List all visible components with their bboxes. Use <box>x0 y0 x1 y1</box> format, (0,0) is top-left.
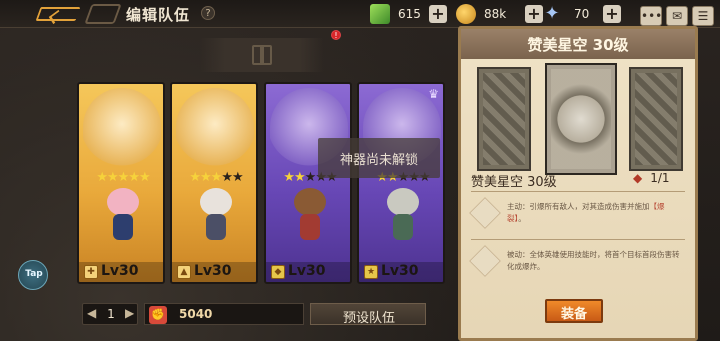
diamond-icon: ◆ <box>633 171 643 185</box>
star-rating: ★★★★★ <box>96 170 150 185</box>
preset-label: 预设队伍 <box>342 311 395 326</box>
passive-skill-text: 被动：全体英雄使用技能时，将首个目标首段伤害转化成爆炸。 <box>507 250 680 271</box>
add-gem-button[interactable]: + <box>429 5 447 23</box>
artifact-thumb-right[interactable] <box>629 67 683 171</box>
chat-icon: ••• <box>641 9 663 23</box>
page-stepper: ◀ 1 ▶ <box>82 303 138 325</box>
active-skill-text: 主动：引爆所有敌人，对其造成伤害并施加【爆裂】。 <box>507 201 683 225</box>
warrior-class-icon: ◆ <box>271 265 285 279</box>
artifact-locked-tooltip: 神器尚未解锁 <box>318 138 440 178</box>
divider <box>471 239 685 240</box>
add-star-button[interactable]: + <box>603 5 621 23</box>
gem-value: 615 <box>398 7 421 21</box>
level-bar: ✚ Lv30 <box>79 262 163 282</box>
locked-text: 神器尚未解锁 <box>339 153 418 168</box>
chibi-body <box>393 214 413 240</box>
notification-badge: ! <box>331 30 341 40</box>
equip-button[interactable]: 装备 <box>545 299 603 323</box>
resource-coin: 88k + <box>456 4 546 24</box>
artifact-frame-icon <box>252 45 272 65</box>
tap-button[interactable]: Tap <box>18 260 48 290</box>
star-icon: ✦ <box>544 3 560 24</box>
active-skill-prefix: 主动：引爆所有敌人，对其造成伤害并施加 <box>507 202 650 211</box>
hero-chibi <box>288 188 332 246</box>
artifact-art <box>483 73 525 165</box>
chibi-head <box>200 188 232 216</box>
artifact-art <box>551 69 611 169</box>
chibi-body <box>300 214 320 240</box>
artifact-art <box>635 73 677 165</box>
chibi-head <box>387 188 419 216</box>
artifact-slot[interactable] <box>200 38 324 72</box>
resource-gem: 615 + <box>370 4 448 24</box>
star-rating: ★★★★★ <box>189 170 243 185</box>
attack-class-icon: ▲ <box>177 265 191 279</box>
star-value: 70 <box>574 7 590 21</box>
resource-star: ✦ 70 + <box>542 4 622 24</box>
artifact-thumb-selected[interactable] <box>545 63 617 175</box>
fist-icon: ✊ <box>149 306 167 324</box>
artifact-gallery <box>477 63 687 179</box>
team-power: ✊ 5040 <box>144 303 304 325</box>
hero-portrait <box>176 88 254 168</box>
hero-card-4[interactable]: ♛ ★★★★★ ★ Lv30 <box>357 82 445 284</box>
active-skill: 主动：引爆所有敌人，对其造成伤害并施加【爆裂】。 <box>469 197 685 233</box>
back-arrow-icon <box>35 7 81 21</box>
level-bar: ★ Lv30 <box>359 262 443 282</box>
active-skill-suffix: 。 <box>518 214 526 223</box>
logo-icon <box>84 4 122 24</box>
question-icon[interactable]: ? <box>201 6 215 20</box>
support-class-icon: ★ <box>364 265 378 279</box>
divider <box>471 191 685 192</box>
hero-chibi <box>381 188 425 246</box>
hero-level: Lv30 <box>101 263 139 279</box>
hero-chibi <box>194 188 238 246</box>
coin-icon <box>456 4 476 24</box>
chibi-body <box>113 214 133 240</box>
artifact-count-value: 1/1 <box>650 171 670 185</box>
green-cube-icon <box>370 4 390 24</box>
top-bar: 编辑队伍 ? 615 + 88k + ✦ 70 + ••• ✉ ☰ <box>0 0 720 28</box>
hero-level: Lv30 <box>194 263 232 279</box>
detail-title-bar: 赞美星空 30级 <box>461 29 695 59</box>
chibi-body <box>206 214 226 240</box>
artifact-thumb-left[interactable] <box>477 67 531 171</box>
menu-button[interactable]: ☰ <box>692 6 714 26</box>
power-value: 5040 <box>179 307 213 321</box>
menu-icon: ☰ <box>697 9 709 23</box>
artifact-count: ◆ 1/1 <box>633 171 670 185</box>
hero-level: Lv30 <box>381 263 419 279</box>
level-bar: ▲ Lv30 <box>172 262 256 282</box>
coin-value: 88k <box>484 7 507 21</box>
hero-portrait <box>83 88 161 168</box>
next-page-button[interactable]: ▶ <box>125 306 134 320</box>
equip-label: 装备 <box>560 307 587 322</box>
level-bar: ◆ Lv30 <box>266 262 350 282</box>
tap-label: Tap <box>25 269 43 279</box>
active-skill-icon <box>469 197 501 229</box>
hero-card-2[interactable]: ★★★★★ ▲ Lv30 <box>170 82 258 284</box>
back-button[interactable] <box>32 3 88 25</box>
preset-team-button[interactable]: 预设队伍 <box>310 303 426 326</box>
healer-class-icon: ✚ <box>84 265 98 279</box>
passive-skill-icon <box>469 245 501 277</box>
passive-skill: 被动：全体英雄使用技能时，将首个目标首段伤害转化成爆炸。 <box>469 245 685 281</box>
chibi-head <box>107 188 139 216</box>
artifact-detail-panel: 赞美星空 30级 赞美星空 30级 ◆ 1/1 主动：引爆所有敌人，对其造成伤害并… <box>458 26 698 341</box>
add-coin-button[interactable]: + <box>525 5 543 23</box>
hero-chibi <box>101 188 145 246</box>
chibi-head <box>294 188 326 216</box>
hero-level: Lv30 <box>288 263 326 279</box>
hero-card-1[interactable]: ★★★★★ ✚ Lv30 <box>77 82 165 284</box>
hero-card-3[interactable]: ★★★★★ ◆ Lv30 <box>264 82 352 284</box>
chat-button[interactable]: ••• <box>640 6 662 26</box>
mail-button[interactable]: ✉ <box>666 6 688 26</box>
detail-title: 赞美星空 30级 <box>527 36 629 54</box>
page-title: 编辑队伍 <box>126 6 191 24</box>
mail-icon: ✉ <box>671 9 683 23</box>
artifact-name: 赞美星空 30级 <box>471 175 557 190</box>
